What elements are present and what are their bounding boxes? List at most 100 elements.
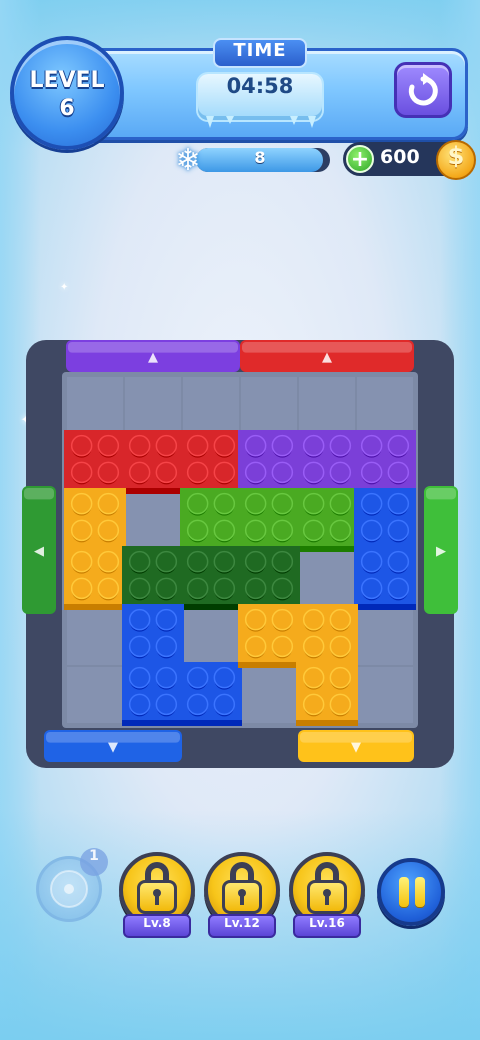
block-stud — [271, 635, 294, 658]
exit-gate-highlight — [24, 488, 54, 500]
block-stud — [244, 550, 267, 573]
block-stud — [302, 608, 325, 631]
block-stud — [70, 550, 93, 573]
block-stud — [128, 635, 151, 658]
block-stud — [213, 461, 236, 484]
block-stud — [128, 693, 151, 716]
gate-arrow-icon: ▲ — [322, 350, 332, 365]
block-stud — [360, 519, 383, 542]
unlock-level-label: Lv.8 — [123, 914, 191, 938]
block-purple[interactable] — [238, 430, 416, 494]
block-stud — [186, 666, 209, 689]
block-stud — [128, 666, 151, 689]
block-red[interactable] — [64, 430, 242, 494]
block-stud — [155, 550, 178, 573]
block-stud — [360, 461, 383, 484]
block-stud — [244, 492, 267, 515]
block-stud — [329, 635, 352, 658]
grid-cell — [357, 609, 413, 665]
exit-gate-highlight — [426, 488, 456, 500]
block-stud — [244, 635, 267, 658]
block-stud — [271, 492, 294, 515]
block-stud — [97, 577, 120, 600]
block-stud — [186, 434, 209, 457]
grid-cell — [67, 609, 123, 665]
fan-booster-count: 1 — [80, 848, 108, 876]
gate-arrow-icon: ▶ — [436, 544, 446, 559]
block-stud — [302, 461, 325, 484]
grid-cell — [125, 493, 181, 549]
grid-cell — [299, 377, 355, 433]
grid-cell — [357, 667, 413, 723]
block-stud — [302, 666, 325, 689]
block-stud — [155, 577, 178, 600]
block-stud — [387, 492, 410, 515]
block-dark-green[interactable] — [122, 546, 300, 610]
block-stud — [244, 577, 267, 600]
unlock-level-label: Lv.16 — [293, 914, 361, 938]
block-stud — [70, 577, 93, 600]
block-stud — [329, 608, 352, 631]
unlock-level-label: Lv.12 — [208, 914, 276, 938]
block-stud — [213, 550, 236, 573]
block-stud — [186, 461, 209, 484]
grid-cell — [67, 377, 123, 433]
block-stud — [186, 550, 209, 573]
block-stud — [213, 434, 236, 457]
block-stud — [70, 434, 93, 457]
block-stud — [128, 434, 151, 457]
block-stud — [97, 434, 120, 457]
block-stud — [155, 693, 178, 716]
pause-button[interactable] — [377, 858, 445, 926]
gate-arrow-icon: ▲ — [148, 350, 158, 365]
block-stud — [186, 519, 209, 542]
block-stud — [155, 666, 178, 689]
block-stud — [360, 577, 383, 600]
block-stud — [271, 461, 294, 484]
block-stud — [155, 608, 178, 631]
block-stud — [128, 461, 151, 484]
block-stud — [244, 608, 267, 631]
block-stud — [244, 519, 267, 542]
block-stud — [70, 519, 93, 542]
block-stud — [186, 492, 209, 515]
block-stud — [244, 461, 267, 484]
block-stud — [97, 550, 120, 573]
block-stud — [329, 666, 352, 689]
block-stud — [329, 693, 352, 716]
block-stud — [329, 434, 352, 457]
block-stud — [271, 434, 294, 457]
grid-cell — [183, 609, 239, 665]
block-stud — [70, 461, 93, 484]
block-stud — [213, 492, 236, 515]
block-stud — [97, 519, 120, 542]
block-stud — [70, 492, 93, 515]
block-light-green[interactable] — [180, 488, 358, 552]
block-stud — [271, 577, 294, 600]
block-stud — [213, 577, 236, 600]
block-stud — [155, 461, 178, 484]
grid-cell — [357, 377, 413, 433]
grid-cell — [299, 551, 355, 607]
grid-cell — [241, 667, 297, 723]
block-stud — [329, 519, 352, 542]
block-blue-vertical[interactable] — [354, 488, 416, 610]
gate-arrow-icon: ◀ — [34, 544, 44, 559]
block-stud — [213, 666, 236, 689]
block-stud — [329, 461, 352, 484]
block-stud — [155, 434, 178, 457]
block-stud — [302, 434, 325, 457]
block-stud — [360, 492, 383, 515]
block-stud — [360, 550, 383, 573]
block-stud — [97, 461, 120, 484]
block-stud — [387, 577, 410, 600]
block-stud — [271, 519, 294, 542]
block-stud — [387, 550, 410, 573]
grid-cell — [183, 377, 239, 433]
block-orange-vertical[interactable] — [64, 488, 126, 610]
block-stud — [128, 608, 151, 631]
block-stud — [155, 635, 178, 658]
gate-arrow-icon: ▼ — [351, 740, 361, 755]
block-stud — [302, 519, 325, 542]
block-stud — [302, 492, 325, 515]
